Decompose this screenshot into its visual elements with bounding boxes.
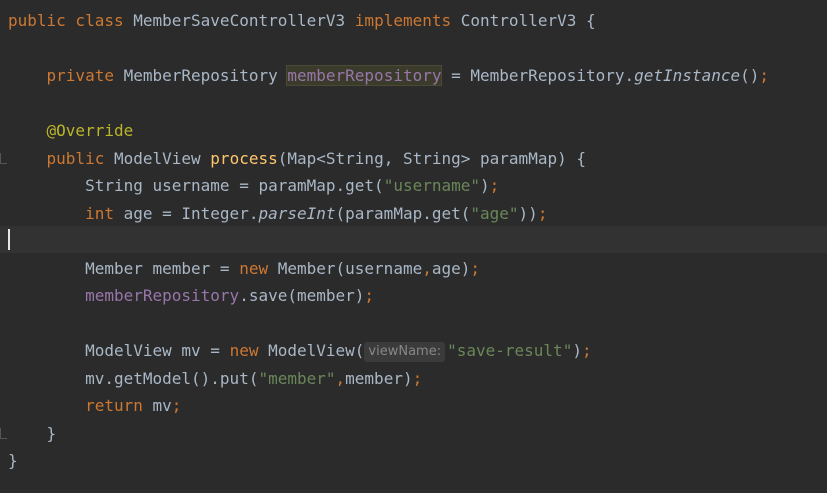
code-line-put-model[interactable]: mv.getModel().put("member",member);	[0, 365, 827, 392]
code-text: int age = Integer.parseInt(paramMap.get(…	[8, 200, 547, 227]
semicolon-token: ;	[470, 259, 481, 278]
string-literal-token: "save-result"	[447, 341, 573, 360]
brace-token: }	[8, 451, 18, 470]
method-name-token: process	[210, 149, 278, 168]
code-text: }	[8, 420, 57, 447]
text-caret	[8, 229, 10, 250]
code-text: Member member = new Member(username,age)…	[8, 255, 480, 282]
type-token: ModelView	[113, 149, 211, 168]
text-token: ))	[518, 204, 538, 223]
keyword-token: return	[85, 396, 153, 415]
semicolon-token: ;	[364, 286, 375, 305]
code-line-class-close[interactable]: }	[0, 447, 827, 474]
brace-token: }	[46, 424, 57, 443]
code-text: ModelView mv = new ModelView(viewName: "s…	[8, 337, 592, 364]
keyword-token: private	[46, 66, 124, 85]
text-token: ModelView mv =	[85, 341, 230, 360]
text-token: mv	[152, 396, 172, 415]
string-literal-token: "member"	[258, 369, 336, 388]
text-token: = MemberRepository.	[441, 66, 635, 85]
text-token: )	[480, 176, 490, 195]
text-token: mv.getModel().put(	[85, 369, 259, 388]
code-text: public ModelView process(Map<String, Str…	[8, 145, 586, 172]
string-literal-token: "age"	[470, 204, 519, 223]
code-text: String username = paramMap.get("username…	[8, 172, 499, 199]
text-token: )	[572, 341, 582, 360]
code-text: mv.getModel().put("member",member);	[8, 365, 422, 392]
code-line-new-member[interactable]: Member member = new Member(username,age)…	[0, 255, 827, 282]
code-line-class-declaration[interactable]: public class MemberSaveControllerV3 impl…	[0, 7, 827, 34]
static-call-token: parseInt	[258, 204, 336, 223]
code-line-return[interactable]: return mv;	[0, 392, 827, 419]
field-token-highlighted[interactable]: memberRepository	[286, 65, 443, 86]
code-text: memberRepository.save(member);	[8, 282, 374, 309]
text-token: (Map<String, String> paramMap) {	[277, 149, 586, 168]
keyword-token: implements	[354, 11, 461, 30]
code-line-field-declaration[interactable]: private MemberRepository memberRepositor…	[0, 62, 827, 89]
annotation-token: @Override	[46, 121, 134, 140]
code-line-age[interactable]: int age = Integer.parseInt(paramMap.get(…	[0, 200, 827, 227]
code-line-model-view[interactable]: ModelView mv = new ModelView(viewName: "s…	[0, 337, 827, 364]
comma-token: ,	[422, 259, 432, 278]
semicolon-token: ;	[489, 176, 500, 195]
interface-name-token: ControllerV3 {	[460, 11, 596, 30]
code-line-method-signature[interactable]: public ModelView process(Map<String, Str…	[0, 145, 827, 172]
keyword-token: public class	[8, 11, 134, 30]
code-line-username[interactable]: String username = paramMap.get("username…	[0, 172, 827, 199]
text-token: member)	[345, 369, 413, 388]
semicolon-token: ;	[759, 66, 770, 85]
semicolon-token: ;	[412, 369, 423, 388]
code-text: return mv;	[8, 392, 181, 419]
keyword-token: public	[46, 149, 114, 168]
static-call-token: getInstance	[634, 66, 741, 85]
code-text: @Override	[8, 117, 134, 144]
semicolon-token: ;	[537, 204, 548, 223]
text-token: Member member =	[85, 259, 240, 278]
comma-token: ,	[335, 369, 346, 388]
semicolon-token: ;	[171, 396, 182, 415]
text-token: (paramMap.get(	[335, 204, 471, 223]
code-text: private MemberRepository memberRepositor…	[8, 62, 769, 89]
keyword-token: new	[229, 341, 269, 360]
text-token: String username = paramMap.get(	[85, 176, 384, 195]
text-token: ModelView(	[268, 341, 365, 360]
keyword-token: int	[85, 204, 124, 223]
field-token: memberRepository	[85, 286, 240, 305]
type-token: MemberRepository	[123, 66, 288, 85]
text-token: Member(username	[277, 259, 423, 278]
code-line-annotation[interactable]: @Override	[0, 117, 827, 144]
string-literal-token: "username"	[383, 176, 481, 195]
text-token: .save(member)	[239, 286, 365, 305]
text-token: age = Integer.	[123, 204, 259, 223]
override-gutter-icon[interactable]	[0, 153, 7, 164]
class-name-token: MemberSaveControllerV3	[133, 11, 355, 30]
text-token: ()	[740, 66, 760, 85]
code-editor[interactable]: public class MemberSaveControllerV3 impl…	[0, 0, 827, 493]
code-text: public class MemberSaveControllerV3 impl…	[8, 7, 596, 34]
keyword-token: new	[239, 259, 278, 278]
text-token: age)	[431, 259, 471, 278]
semicolon-token: ;	[581, 341, 592, 360]
code-line-method-close[interactable]: }	[0, 420, 827, 447]
code-line-current-empty[interactable]	[0, 226, 827, 253]
fold-gutter-icon[interactable]	[0, 428, 7, 439]
code-line-save[interactable]: memberRepository.save(member);	[0, 282, 827, 309]
parameter-name-hint: viewName:	[364, 342, 446, 362]
code-text: }	[8, 447, 18, 474]
